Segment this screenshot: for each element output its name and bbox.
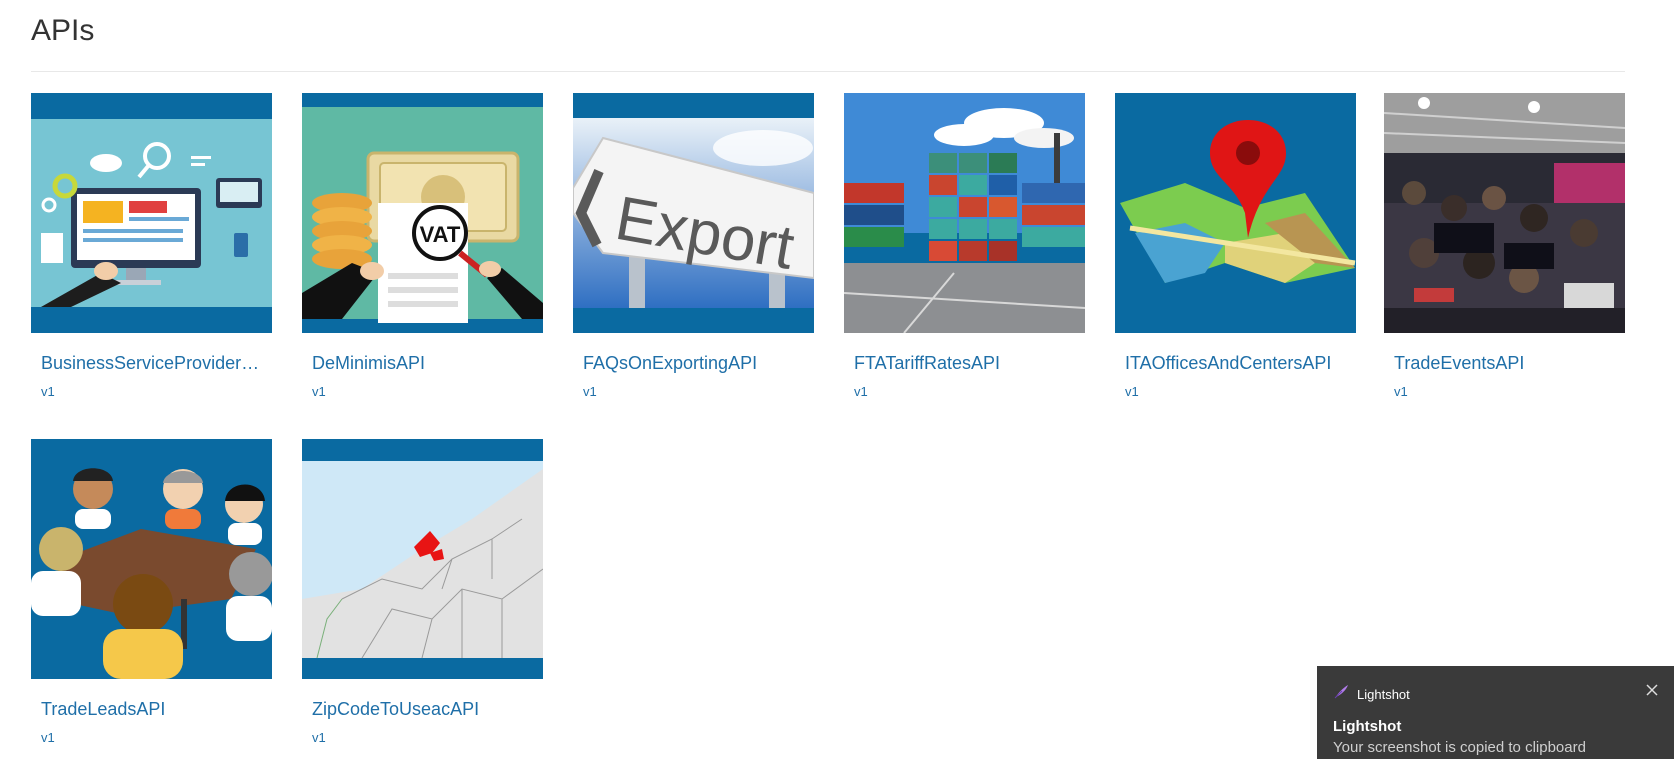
trade-event-crowd-photo[interactable] [1384, 93, 1625, 333]
api-version: v1 [854, 384, 868, 399]
zip-code-map-illustration[interactable] [302, 439, 543, 679]
vat-illustration[interactable]: VAT [302, 93, 543, 333]
title-divider [31, 71, 1625, 72]
lightshot-notification: Lightshot Lightshot Your screenshot is c… [1317, 666, 1674, 759]
api-version: v1 [41, 384, 55, 399]
api-version: v1 [1125, 384, 1139, 399]
api-version: v1 [1394, 384, 1408, 399]
api-card: TradeLeadsAPI v1 [31, 439, 272, 745]
api-name-link[interactable]: TradeLeadsAPI [41, 699, 266, 720]
notification-title: Lightshot [1333, 718, 1402, 735]
api-version: v1 [312, 384, 326, 399]
api-name-link[interactable]: FTATariffRatesAPI [854, 353, 1079, 374]
notification-app-name: Lightshot [1357, 687, 1410, 702]
notification-message: Your screenshot is copied to clipboard [1333, 739, 1586, 756]
notification-header: Lightshot [1333, 684, 1410, 705]
export-sign-photo[interactable]: Export [573, 93, 814, 333]
shipping-containers-photo[interactable] [844, 93, 1085, 333]
api-name-link[interactable]: BusinessServiceProvider… [41, 353, 266, 374]
api-card: FTATariffRatesAPI v1 [844, 93, 1085, 399]
api-version: v1 [583, 384, 597, 399]
close-icon[interactable] [1644, 682, 1660, 698]
api-version: v1 [41, 730, 55, 745]
api-name-link[interactable]: TradeEventsAPI [1394, 353, 1619, 374]
api-name-link[interactable]: FAQsOnExportingAPI [583, 353, 808, 374]
vat-label: VAT [420, 222, 461, 247]
api-card: VAT DeMinimisAPI v1 [302, 93, 543, 399]
api-name-link[interactable]: ITAOfficesAndCentersAPI [1125, 353, 1350, 374]
api-card: Export FAQsOnExportingAPI v1 [573, 93, 814, 399]
feather-icon [1333, 684, 1349, 705]
api-card: ZipCodeToUseacAPI v1 [302, 439, 543, 745]
api-version: v1 [312, 730, 326, 745]
api-name-link[interactable]: DeMinimisAPI [312, 353, 537, 374]
map-pin-illustration[interactable] [1115, 93, 1356, 333]
meeting-table-illustration[interactable] [31, 439, 272, 679]
page-title: APIs [31, 14, 95, 47]
api-card: ITAOfficesAndCentersAPI v1 [1115, 93, 1356, 399]
business-services-illustration[interactable] [31, 93, 272, 333]
api-card: TradeEventsAPI v1 [1384, 93, 1625, 399]
api-name-link[interactable]: ZipCodeToUseacAPI [312, 699, 537, 720]
api-card: BusinessServiceProvider… v1 [31, 93, 272, 399]
